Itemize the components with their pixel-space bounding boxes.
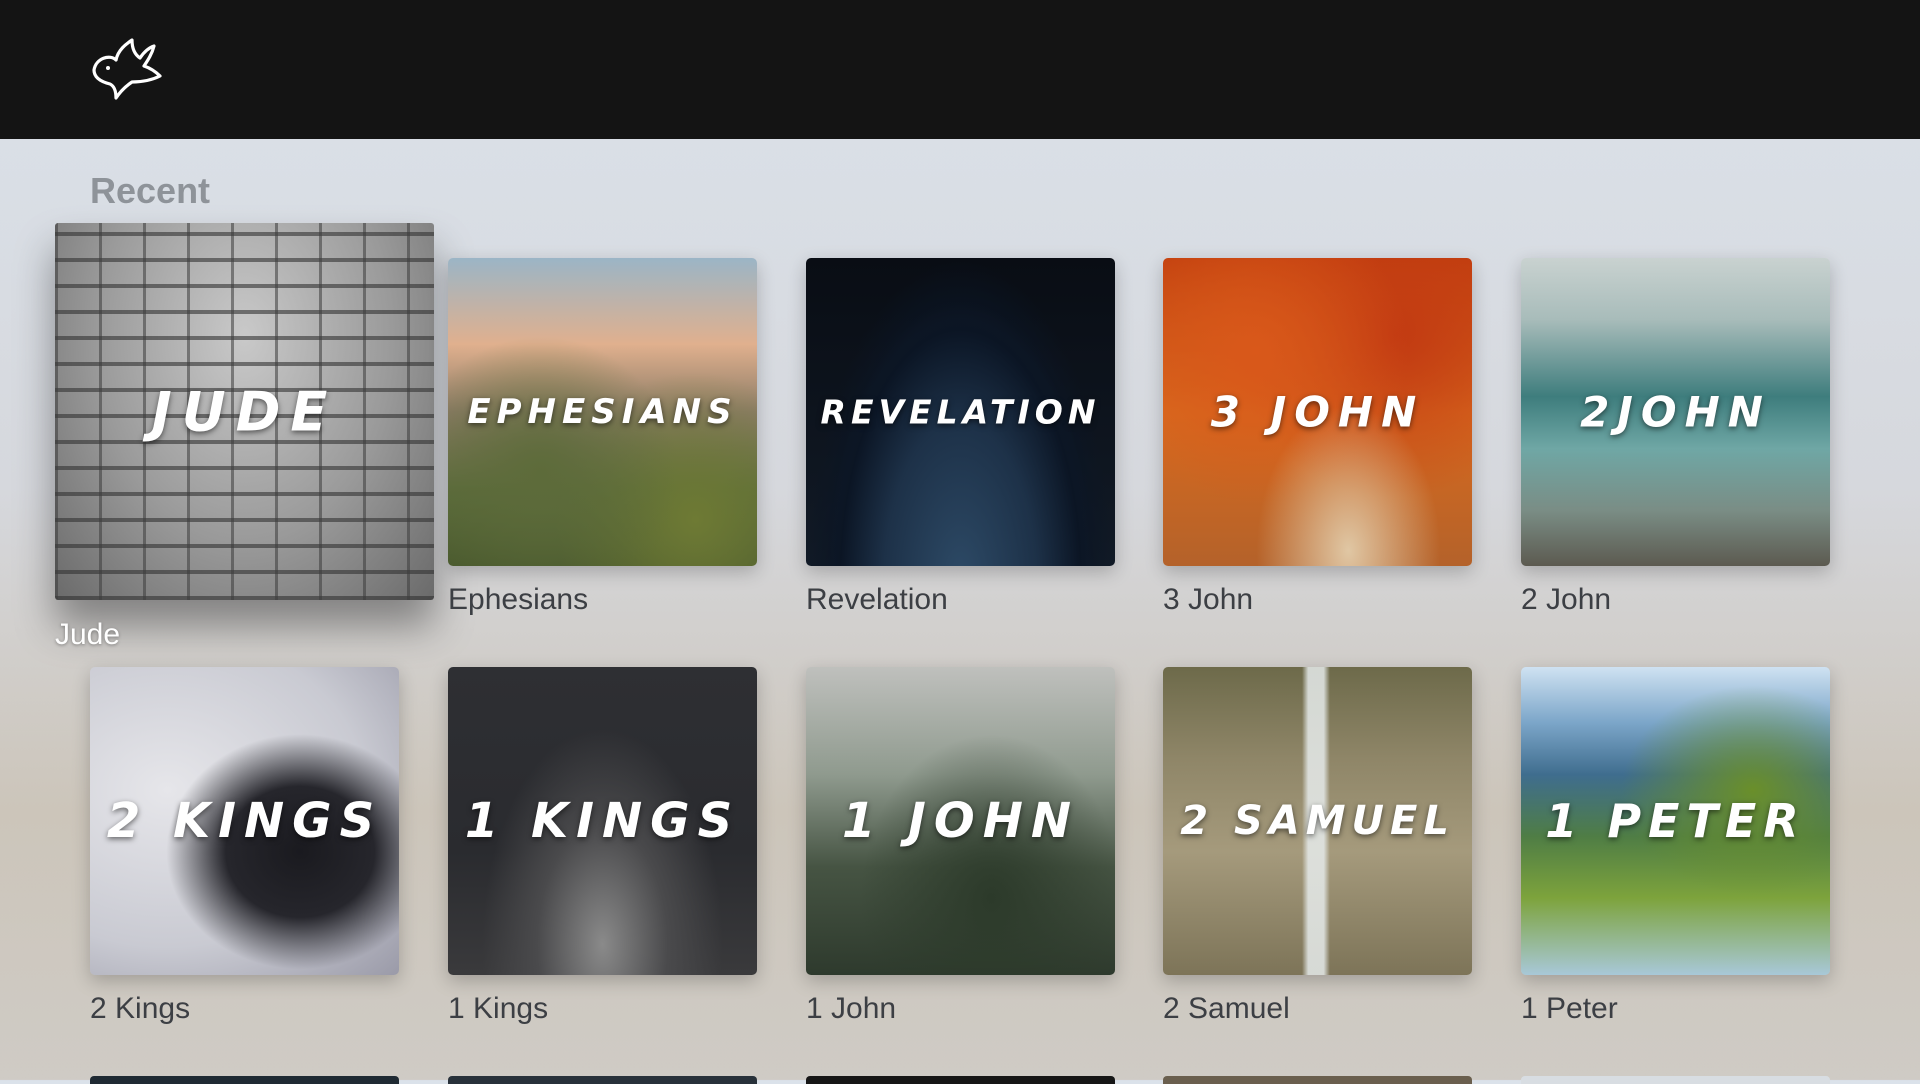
- tile-caption: 2 Kings: [90, 992, 191, 1025]
- top-bar: [0, 0, 1920, 139]
- artwork-title: 1 JOHN: [841, 793, 1080, 849]
- tile-caption: Ephesians: [448, 583, 589, 616]
- tile-row-3-peek[interactable]: [90, 1076, 399, 1084]
- tile-caption: 1 Peter: [1521, 992, 1618, 1025]
- tile-artwork: 1 PETER: [1521, 667, 1830, 975]
- tile-artwork: JUDE: [55, 223, 434, 600]
- artwork-title: 2 SAMUEL: [1180, 798, 1455, 844]
- tile-artwork: 2 SAMUEL: [1163, 667, 1472, 975]
- tile-1-kings[interactable]: 1 KINGS 1 Kings: [448, 667, 757, 1025]
- artwork-title: JUDE: [151, 380, 338, 443]
- tile-artwork: 1 JOHN: [806, 667, 1115, 975]
- tile-caption: 3 John: [1163, 583, 1254, 616]
- artwork-title: 1 KINGS: [464, 793, 741, 849]
- tile-row-3-peek[interactable]: [1521, 1076, 1830, 1084]
- tile-2-samuel[interactable]: 2 SAMUEL 2 Samuel: [1163, 667, 1472, 1025]
- tile-caption: Jude: [55, 618, 121, 651]
- tile-artwork: EPHESIANS: [448, 258, 757, 566]
- dove-icon[interactable]: [86, 36, 166, 102]
- tile-1-john[interactable]: 1 JOHN 1 John: [806, 667, 1115, 1025]
- artwork-title: 1 PETER: [1545, 794, 1806, 848]
- artwork-title: EPHESIANS: [467, 392, 738, 432]
- artwork-title: 3 JOHN: [1210, 387, 1425, 437]
- tile-revelation[interactable]: REVELATION Revelation: [806, 258, 1115, 616]
- tile-artwork: 2JOHN: [1521, 258, 1830, 566]
- artwork-title: 2JOHN: [1580, 387, 1771, 437]
- tile-caption: 1 John: [806, 992, 897, 1025]
- tile-3-john[interactable]: 3 JOHN 3 John: [1163, 258, 1472, 616]
- tile-row-3-peek[interactable]: [1163, 1076, 1472, 1084]
- tile-artwork: REVELATION: [806, 258, 1115, 566]
- tile-caption: 1 Kings: [448, 992, 549, 1025]
- section-title-recent: Recent: [90, 170, 211, 211]
- tile-artwork: 2 KINGS: [90, 667, 399, 975]
- tile-caption: Revelation: [806, 583, 948, 616]
- tile-jude[interactable]: JUDE Jude: [55, 223, 434, 651]
- tile-row-3-peek[interactable]: [448, 1076, 757, 1084]
- tile-1-peter[interactable]: 1 PETER 1 Peter: [1521, 667, 1830, 1025]
- artwork-title: 2 KINGS: [106, 793, 383, 849]
- tile-ephesians[interactable]: EPHESIANS Ephesians: [448, 258, 757, 616]
- tile-caption: 2 Samuel: [1163, 992, 1290, 1025]
- tile-artwork: 3 JOHN: [1163, 258, 1472, 566]
- artwork-title: REVELATION: [820, 392, 1101, 432]
- tile-2-john[interactable]: 2JOHN 2 John: [1521, 258, 1830, 616]
- tile-caption: 2 John: [1521, 583, 1612, 616]
- tile-2-kings[interactable]: 2 KINGS 2 Kings: [90, 667, 399, 1025]
- tile-artwork: 1 KINGS: [448, 667, 757, 975]
- tile-row-3-peek[interactable]: [806, 1076, 1115, 1084]
